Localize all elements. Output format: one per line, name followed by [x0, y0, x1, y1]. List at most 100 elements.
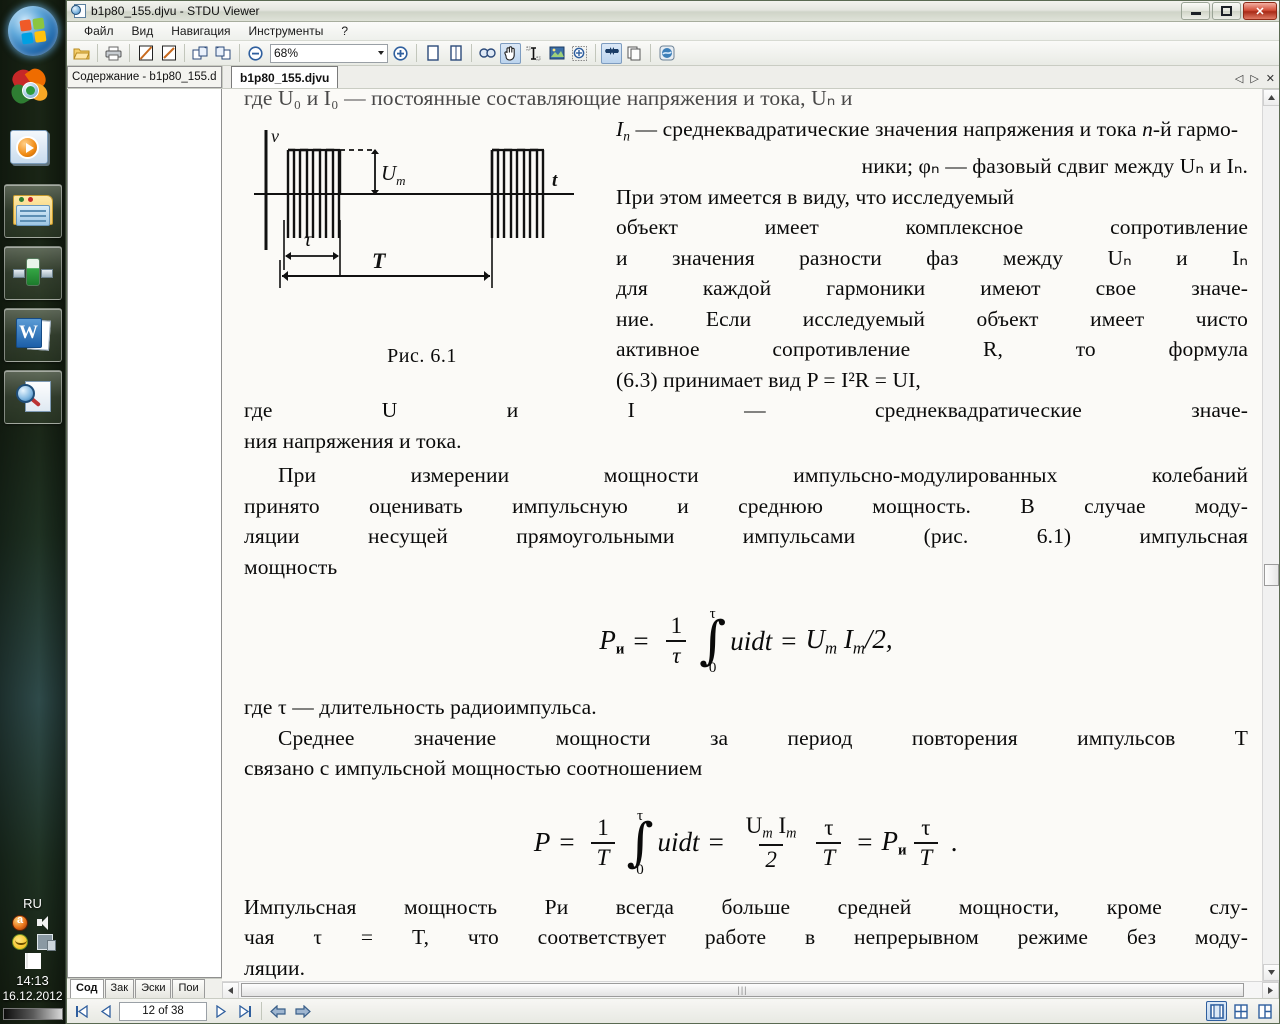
- sidebar-item-bookmarks[interactable]: Зак: [104, 979, 135, 998]
- menu-item-tools[interactable]: Инструменты: [240, 23, 333, 39]
- show-desktop-button[interactable]: [2, 1008, 63, 1020]
- close-button[interactable]: ✕: [1243, 2, 1277, 20]
- facing-view-button[interactable]: [1254, 1001, 1275, 1021]
- zoom-combobox[interactable]: 68%: [270, 43, 388, 63]
- tray-date[interactable]: 16.12.2012: [0, 989, 66, 1004]
- leaf-browser-icon: [7, 65, 51, 110]
- windows-start-orb[interactable]: [7, 6, 58, 56]
- page-indicator[interactable]: 12 of 38: [119, 1001, 207, 1021]
- formula2-rhs-sub: и: [897, 842, 907, 859]
- image-select-icon[interactable]: [546, 43, 567, 64]
- figure-axis-x-label: t: [552, 170, 558, 191]
- fullscreen-icon[interactable]: [601, 42, 622, 64]
- rotate-right-icon[interactable]: [213, 43, 234, 64]
- previous-page-button[interactable]: [95, 1002, 116, 1021]
- quick-launch-media-player[interactable]: [9, 130, 56, 176]
- tab-scroll-left-icon[interactable]: ◁: [1235, 72, 1243, 85]
- toolbar-separator: [184, 44, 185, 62]
- formula-impulse-power: Pи = 1 τ τ ∫ 0 uidt = Um Im/2,: [244, 607, 1248, 676]
- page-width-icon[interactable]: [158, 43, 179, 64]
- page-fit-icon[interactable]: [135, 43, 156, 64]
- taskbar-button-stdu-viewer[interactable]: [3, 370, 62, 424]
- first-page-button[interactable]: [71, 1002, 92, 1021]
- doc-p4-line-0: Импульсная мощность Pи всегда больше сре…: [244, 894, 1248, 919]
- navigate-back-button[interactable]: [268, 1002, 289, 1021]
- menu-item-help[interactable]: ?: [332, 23, 357, 39]
- doc-p3-line-2: связано с импульсной мощностью соотношен…: [244, 756, 703, 781]
- tab-scroll-right-icon[interactable]: ▷: [1250, 72, 1258, 85]
- taskbar-button-explorer[interactable]: [3, 184, 62, 238]
- taskbar-button-word[interactable]: W: [3, 308, 62, 362]
- facing-pages-icon[interactable]: [445, 43, 466, 64]
- vertical-scrollbar[interactable]: [1262, 89, 1279, 981]
- settings-icon[interactable]: [656, 43, 677, 64]
- sidebar-item-search[interactable]: Пои: [172, 979, 205, 998]
- sidebar-panel: Сод Зак Эски Пои: [67, 89, 222, 998]
- minimize-button[interactable]: [1181, 2, 1210, 20]
- horizontal-scrollbar[interactable]: |||: [222, 981, 1279, 999]
- toolbar-separator: [129, 44, 130, 62]
- zoom-out-icon[interactable]: [245, 43, 266, 64]
- toolbar-separator: [650, 44, 651, 62]
- copy-icon[interactable]: [624, 43, 645, 64]
- word-document-icon: W: [15, 318, 51, 352]
- scroll-down-button[interactable]: [1263, 964, 1279, 981]
- print-icon[interactable]: [103, 43, 124, 64]
- formula2-eq1: =: [559, 827, 575, 858]
- tray-language-indicator[interactable]: RU: [0, 896, 66, 911]
- doc-wrap-line-6: (6.3) принимает вид P = I²R = UI,: [616, 367, 921, 392]
- formula1-eq2: =: [781, 625, 797, 656]
- quick-launch-leaf-browser[interactable]: [7, 65, 56, 116]
- maximize-icon: [1221, 6, 1232, 16]
- document-magnifier-icon: [71, 3, 86, 19]
- horizontal-scrollbar-thumb[interactable]: |||: [241, 983, 1244, 997]
- maximize-button[interactable]: [1212, 2, 1241, 20]
- find-icon[interactable]: [477, 43, 498, 64]
- menu-item-file[interactable]: Файл: [75, 23, 123, 39]
- minimize-icon: [1190, 12, 1201, 15]
- action-flag-icon[interactable]: [24, 953, 41, 969]
- scroll-left-button[interactable]: [222, 982, 239, 999]
- page-scroll-region[interactable]: где U₀ и I₀ — постоянные составляющие на…: [222, 89, 1262, 981]
- single-page-view-button[interactable]: [1206, 1001, 1227, 1021]
- tab-close-icon[interactable]: ✕: [1266, 72, 1275, 85]
- single-page-icon[interactable]: [422, 43, 443, 64]
- sidebar-item-contents[interactable]: Сод: [70, 979, 104, 998]
- zoom-select-icon[interactable]: [569, 43, 590, 64]
- sidebar-item-thumbnails[interactable]: Эски: [135, 979, 172, 998]
- menu-item-view[interactable]: Вид: [123, 23, 163, 39]
- messenger-icon[interactable]: [12, 934, 28, 950]
- figure-waveform-svg: v t Um τ T: [254, 126, 574, 288]
- open-folder-icon[interactable]: [71, 43, 92, 64]
- formula2-frac4-num: τ: [921, 814, 931, 840]
- rotate-left-icon[interactable]: [190, 43, 211, 64]
- taskbar-button-app[interactable]: [3, 246, 62, 300]
- menu-item-navigation[interactable]: Навигация: [162, 23, 239, 39]
- tray-clock[interactable]: 14:13: [0, 973, 66, 989]
- last-page-button[interactable]: [234, 1002, 255, 1021]
- window-titlebar[interactable]: b1p80_155.djvu - STDU Viewer ✕: [67, 1, 1279, 22]
- document-tab-active[interactable]: b1p80_155.djvu: [231, 66, 339, 88]
- volume-icon[interactable]: [37, 915, 53, 931]
- vertical-scrollbar-thumb[interactable]: [1264, 564, 1279, 586]
- horizontal-scrollbar-track[interactable]: |||: [239, 982, 1262, 998]
- navigate-forward-button[interactable]: [292, 1002, 313, 1021]
- contents-tree[interactable]: [67, 89, 222, 978]
- next-page-button[interactable]: [210, 1002, 231, 1021]
- figure-amplitude-label: Um: [381, 161, 406, 188]
- network-icon[interactable]: [37, 934, 56, 951]
- doc-line-2-n: n: [1142, 116, 1153, 141]
- formula2-int-lower: 0: [636, 861, 644, 878]
- hand-tool-icon[interactable]: [500, 42, 521, 64]
- window-body: Сод Зак Эски Пои где U₀ и I₀ — постоянны…: [67, 89, 1279, 999]
- formula2-lhs: P: [533, 827, 551, 858]
- scroll-right-button[interactable]: [1262, 982, 1279, 999]
- antivirus-icon[interactable]: [12, 914, 28, 931]
- page-area: где U₀ и I₀ — постоянные составляющие на…: [222, 89, 1279, 981]
- zoom-in-icon[interactable]: [390, 43, 411, 64]
- text-select-icon[interactable]: [523, 43, 544, 64]
- chevron-down-icon[interactable]: [378, 51, 384, 55]
- continuous-view-button[interactable]: [1230, 1001, 1251, 1021]
- doc-p3-line-1: Среднее значение мощности за период повт…: [278, 725, 1248, 750]
- scroll-up-button[interactable]: [1263, 89, 1279, 106]
